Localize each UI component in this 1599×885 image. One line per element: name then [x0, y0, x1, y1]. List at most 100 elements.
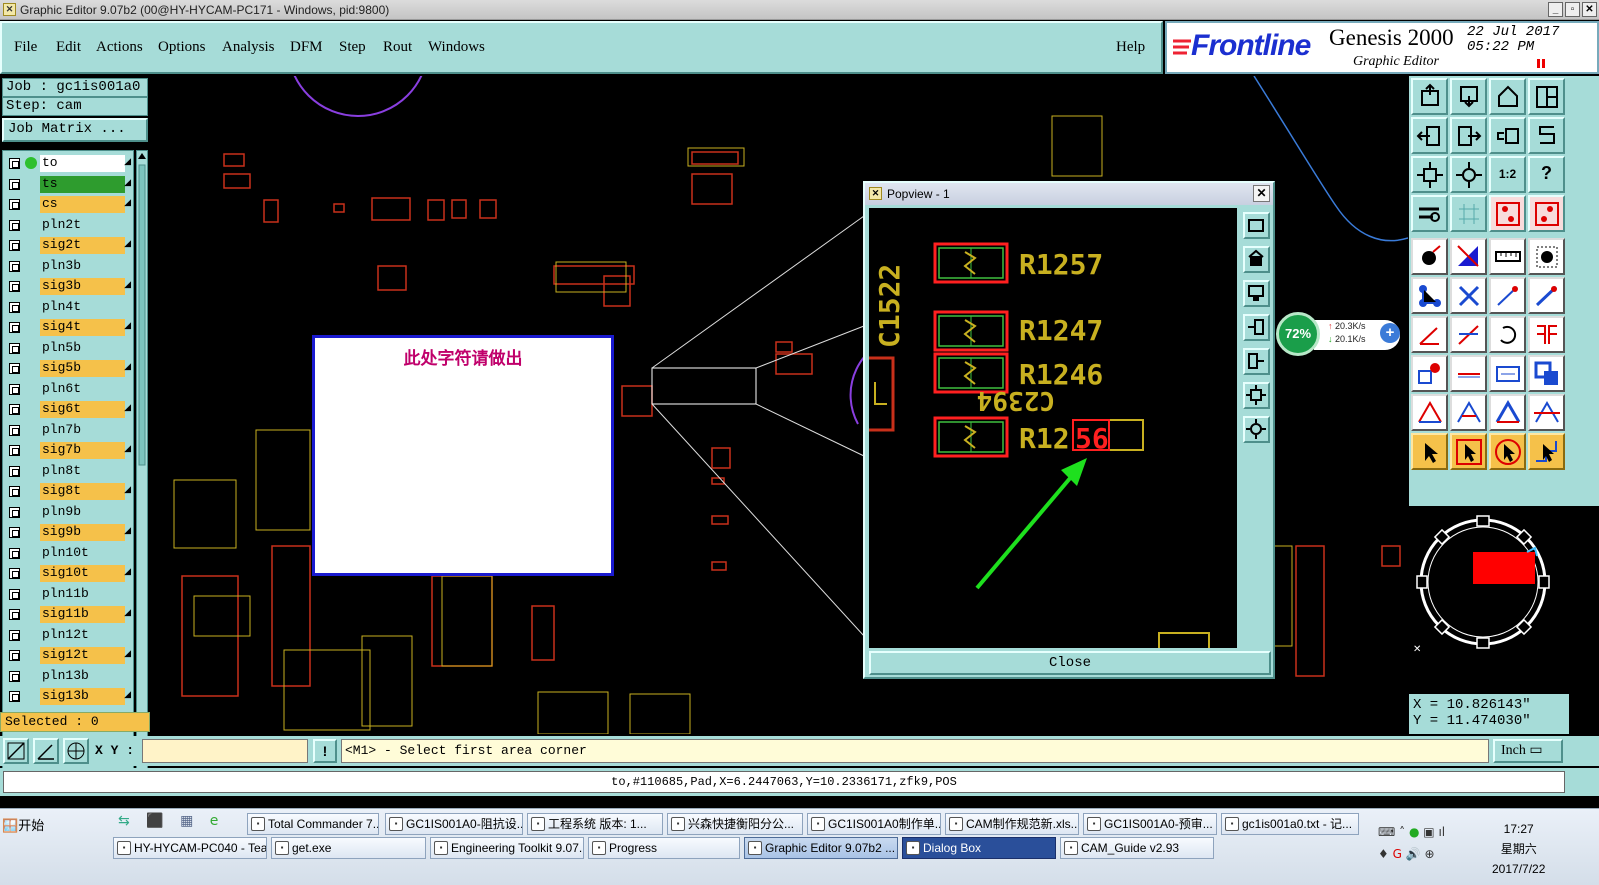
taskbar-button[interactable]: ▪ 工程系统 版本: 1... — [527, 813, 663, 835]
layer-row-pln4t[interactable]: pln4t — [6, 298, 133, 316]
popview-close-button[interactable]: Close — [869, 651, 1271, 675]
layer-name[interactable]: cs — [40, 196, 125, 213]
alert-icon[interactable]: ! — [313, 739, 337, 763]
tool-line[interactable] — [1489, 277, 1526, 314]
layer-name[interactable]: pln5b — [40, 339, 125, 357]
security-icon[interactable]: ● — [1409, 825, 1419, 839]
layer-checkbox[interactable] — [9, 629, 20, 641]
layer-row-pln2t[interactable]: pln2t — [6, 216, 133, 234]
tool-scale[interactable]: 1:2 — [1489, 156, 1526, 193]
tool-cross[interactable] — [1450, 277, 1487, 314]
layer-row-to[interactable]: to ◢ — [6, 155, 133, 172]
restore-button[interactable]: ▫ — [1565, 2, 1580, 17]
layer-row-pln9b[interactable]: pln9b — [6, 503, 133, 521]
popview-tool-5[interactable] — [1243, 348, 1270, 375]
minimize-button[interactable]: _ — [1548, 2, 1563, 17]
tool-copy[interactable] — [1528, 355, 1565, 392]
tool-select-area[interactable] — [1528, 238, 1565, 275]
tool-page-up[interactable] — [1411, 78, 1448, 115]
tray-icon-extra[interactable]: ⊕ — [1425, 847, 1435, 861]
layer-name[interactable]: pln9b — [40, 503, 125, 521]
layer-name[interactable]: pln13b — [40, 667, 125, 685]
calculator-icon[interactable]: ▦ — [180, 813, 193, 829]
plus-icon[interactable]: + — [1380, 323, 1400, 343]
popview-tool-7[interactable] — [1243, 416, 1270, 443]
layer-name[interactable]: sig2t — [40, 237, 125, 254]
layer-name[interactable]: pln3b — [40, 257, 125, 275]
menu-edit[interactable]: Edit — [56, 39, 81, 56]
tool-pan-left[interactable] — [1411, 117, 1448, 154]
layer-name[interactable]: sig3b — [40, 278, 125, 295]
expand-tray-icon[interactable]: ˄ — [1399, 825, 1405, 839]
xy-input[interactable] — [142, 739, 308, 763]
layer-scrollbar[interactable] — [136, 150, 148, 784]
layer-name[interactable]: pln11b — [40, 585, 125, 603]
layer-name[interactable]: sig12t — [40, 647, 125, 664]
close-window-button[interactable]: ✕ — [1582, 2, 1597, 17]
layer-row-sig8t[interactable]: sig8t ◢ — [6, 483, 133, 500]
tool-surface[interactable] — [1450, 238, 1487, 275]
layer-name[interactable]: ts — [40, 175, 125, 193]
angle-mode-button[interactable] — [33, 738, 59, 764]
layer-row-sig2t[interactable]: sig2t ◢ — [6, 237, 133, 254]
tool-measure[interactable] — [1450, 355, 1487, 392]
layer-checkbox[interactable] — [9, 342, 20, 354]
layer-row-ts[interactable]: ts ◢ — [6, 175, 133, 193]
taskbar-button[interactable]: ▪ 兴森快捷衡阳分公... — [667, 813, 803, 835]
taskbar-button[interactable]: ▪ Graphic Editor 9.07b2 ... — [744, 837, 898, 859]
tool-split[interactable] — [1528, 78, 1565, 115]
layer-row-pln8t[interactable]: pln8t — [6, 462, 133, 480]
layer-checkbox[interactable] — [9, 465, 20, 477]
layer-name[interactable]: pln12t — [40, 626, 125, 644]
layer-checkbox[interactable] — [9, 178, 20, 190]
taskbar-button[interactable]: ▪ Total Commander 7.... — [247, 813, 379, 835]
menu-rout[interactable]: Rout — [383, 39, 412, 56]
tool-home[interactable] — [1489, 78, 1526, 115]
layer-name[interactable]: sig6t — [40, 401, 125, 418]
layer-row-pln12t[interactable]: pln12t — [6, 626, 133, 644]
network-monitor[interactable]: ↑ 20.3K/s ↓ 20.1K/s 72% + — [1276, 312, 1402, 356]
layer-row-pln10t[interactable]: pln10t — [6, 544, 133, 562]
tool-pad[interactable] — [1411, 238, 1448, 275]
taskbar-button[interactable]: ▪ Engineering Toolkit 9.07... — [430, 837, 584, 859]
taskbar-button[interactable]: ▪ get.exe — [271, 837, 426, 859]
menu-windows[interactable]: Windows — [428, 39, 485, 56]
menu-analysis[interactable]: Analysis — [222, 39, 275, 56]
tool-move[interactable] — [1411, 355, 1448, 392]
overview-map[interactable]: ✕ — [1409, 510, 1569, 656]
popview-canvas[interactable]: C1522 R1257 R1247 R1246 R12 56 C2394 — [869, 208, 1237, 648]
layer-name[interactable]: sig13b — [40, 688, 125, 705]
tool-bracket[interactable] — [1528, 117, 1565, 154]
tool-arc-3[interactable] — [1489, 394, 1526, 431]
pdf-icon[interactable]: ⬛ — [146, 813, 163, 829]
layer-checkbox[interactable] — [9, 609, 20, 620]
popview-tool-1[interactable] — [1243, 212, 1270, 239]
taskbar-button[interactable]: ▪ CAM制作规范新.xls... — [945, 813, 1079, 835]
network-icon[interactable]: ▣ — [1423, 825, 1434, 839]
job-matrix-button[interactable]: Job Matrix ... — [2, 118, 148, 142]
layer-name[interactable]: pln4t — [40, 298, 125, 316]
tool-ruler[interactable] — [1489, 238, 1526, 275]
tool-snap-1[interactable] — [1489, 195, 1526, 232]
layer-checkbox[interactable] — [9, 158, 20, 169]
menu-file[interactable]: File — [14, 39, 37, 56]
layer-row-sig7b[interactable]: sig7b ◢ — [6, 442, 133, 459]
mute-icon[interactable]: ♦ — [1378, 847, 1389, 861]
tool-snap-2[interactable] — [1528, 195, 1565, 232]
layer-row-sig9b[interactable]: sig9b ◢ — [6, 524, 133, 541]
layer-checkbox[interactable] — [9, 219, 20, 231]
layer-name[interactable]: pln8t — [40, 462, 125, 480]
layer-row-pln3b[interactable]: pln3b — [6, 257, 133, 275]
layer-name[interactable]: sig8t — [40, 483, 125, 500]
tool-arc-4[interactable] — [1528, 394, 1565, 431]
layer-row-cs[interactable]: cs ◢ — [6, 196, 133, 213]
tool-fit-vertical[interactable] — [1411, 156, 1448, 193]
layer-row-sig5b[interactable]: sig5b ◢ — [6, 360, 133, 377]
tool-page-down[interactable] — [1450, 78, 1487, 115]
layer-name[interactable]: pln6t — [40, 380, 125, 398]
tool-pointer-circle[interactable] — [1489, 433, 1526, 470]
tool-back[interactable] — [1489, 117, 1526, 154]
tool-pointer-net[interactable] — [1528, 433, 1565, 470]
menu-help[interactable]: Help — [1116, 39, 1145, 56]
layer-row-pln6t[interactable]: pln6t — [6, 380, 133, 398]
